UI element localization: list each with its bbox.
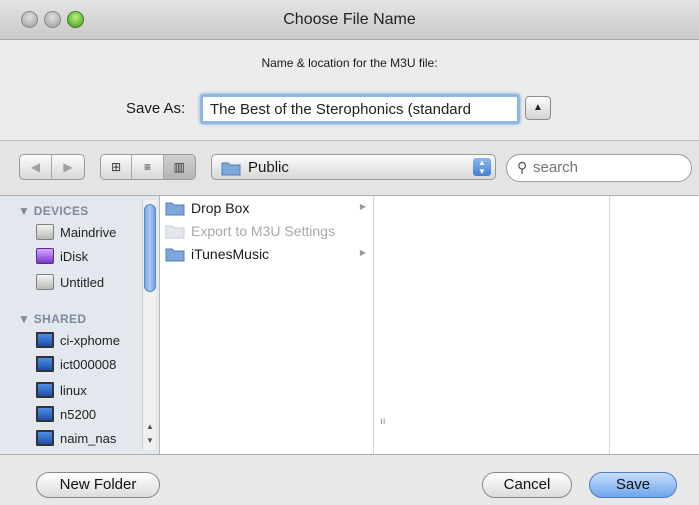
dialog-subtitle: Name & location for the M3U file: [261, 56, 438, 70]
sidebar-scroll-thumb[interactable] [144, 204, 156, 292]
new-folder-button[interactable]: New Folder [36, 472, 160, 498]
idisk-icon [36, 248, 54, 264]
icon-view-button[interactable]: ⊞ [101, 155, 133, 179]
search-box: ⚲ [506, 154, 692, 182]
list-item: Export to M3U Settings [165, 221, 370, 243]
search-icon: ⚲ [517, 159, 528, 175]
location-label: Public [248, 159, 289, 176]
browser-column-2 [375, 196, 610, 454]
scroll-up-arrow[interactable]: ▲ [143, 422, 157, 431]
updown-arrows-icon: ▲ ▼ [473, 158, 491, 176]
folder-icon [221, 161, 241, 176]
browser-toolbar: ◀ ▶ ⊞ ≡ ▥ Public ▲ ▼ ⚲ [0, 141, 699, 195]
view-mode-control: ⊞ ≡ ▥ [100, 154, 196, 180]
chevron-right-icon: ▶ [359, 248, 366, 257]
browser-column-1: Drop Box ▶ Export to M3U Settings iTunes… [161, 196, 374, 454]
monitor-icon [36, 356, 54, 372]
sidebar-scrollbar[interactable]: ▲ ▼ [142, 200, 156, 450]
sidebar-item-linux[interactable]: linux [36, 380, 146, 402]
drive-icon [36, 274, 54, 290]
save-as-field[interactable]: The Best of the Sterophonics (standard [200, 94, 520, 124]
search-input[interactable] [533, 159, 683, 176]
sidebar: ▼ DEVICES Maindrive iDisk Untitled ▼ SHA… [0, 196, 160, 454]
sidebar-item-idisk[interactable]: iDisk [36, 246, 146, 268]
column-resize-handle[interactable]: ıı [380, 416, 386, 427]
location-popup[interactable]: Public ▲ ▼ [211, 154, 496, 180]
sidebar-item-ci-xphome[interactable]: ci-xphome [36, 330, 146, 352]
monitor-icon [36, 332, 54, 348]
file-browser: ▼ DEVICES Maindrive iDisk Untitled ▼ SHA… [0, 195, 699, 455]
monitor-icon [36, 430, 54, 446]
dialog-footer: New Folder Cancel Save [0, 455, 699, 505]
back-forward-control: ◀ ▶ [19, 154, 85, 180]
save-as-label: Save As: [126, 100, 186, 117]
browser-column-3 [611, 196, 699, 454]
save-header: Name & location for the M3U file: Save A… [0, 40, 699, 140]
sidebar-item-maindrive[interactable]: Maindrive [36, 222, 146, 244]
save-button[interactable]: Save [589, 472, 677, 498]
chevron-right-icon: ▶ [359, 202, 366, 211]
forward-button[interactable]: ▶ [52, 155, 84, 179]
title-bar: Choose File Name [0, 0, 699, 40]
monitor-icon [36, 406, 54, 422]
file-icon [165, 224, 185, 239]
list-item[interactable]: Drop Box ▶ [165, 198, 370, 220]
monitor-icon [36, 382, 54, 398]
window-title: Choose File Name [283, 11, 416, 28]
sidebar-item-untitled[interactable]: Untitled [36, 272, 146, 294]
scroll-down-arrow[interactable]: ▼ [143, 436, 157, 445]
list-item[interactable]: iTunesMusic ▶ [165, 244, 370, 266]
back-button[interactable]: ◀ [20, 155, 53, 179]
triangle-up-icon: ▲ [533, 102, 543, 113]
cancel-button[interactable]: Cancel [482, 472, 572, 498]
devices-header[interactable]: ▼ DEVICES [18, 204, 89, 218]
column-view-button[interactable]: ▥ [163, 155, 195, 179]
list-view-button[interactable]: ≡ [132, 155, 164, 179]
shared-header[interactable]: ▼ SHARED [18, 312, 86, 326]
folder-icon [165, 247, 185, 262]
sidebar-item-ict000008[interactable]: ict000008 [36, 354, 146, 376]
sidebar-item-naim-nas[interactable]: naim_nas [36, 428, 146, 450]
drive-icon [36, 224, 54, 240]
collapse-dialog-button[interactable]: ▲ [525, 96, 551, 120]
folder-icon [165, 201, 185, 216]
sidebar-item-n5200[interactable]: n5200 [36, 404, 146, 426]
